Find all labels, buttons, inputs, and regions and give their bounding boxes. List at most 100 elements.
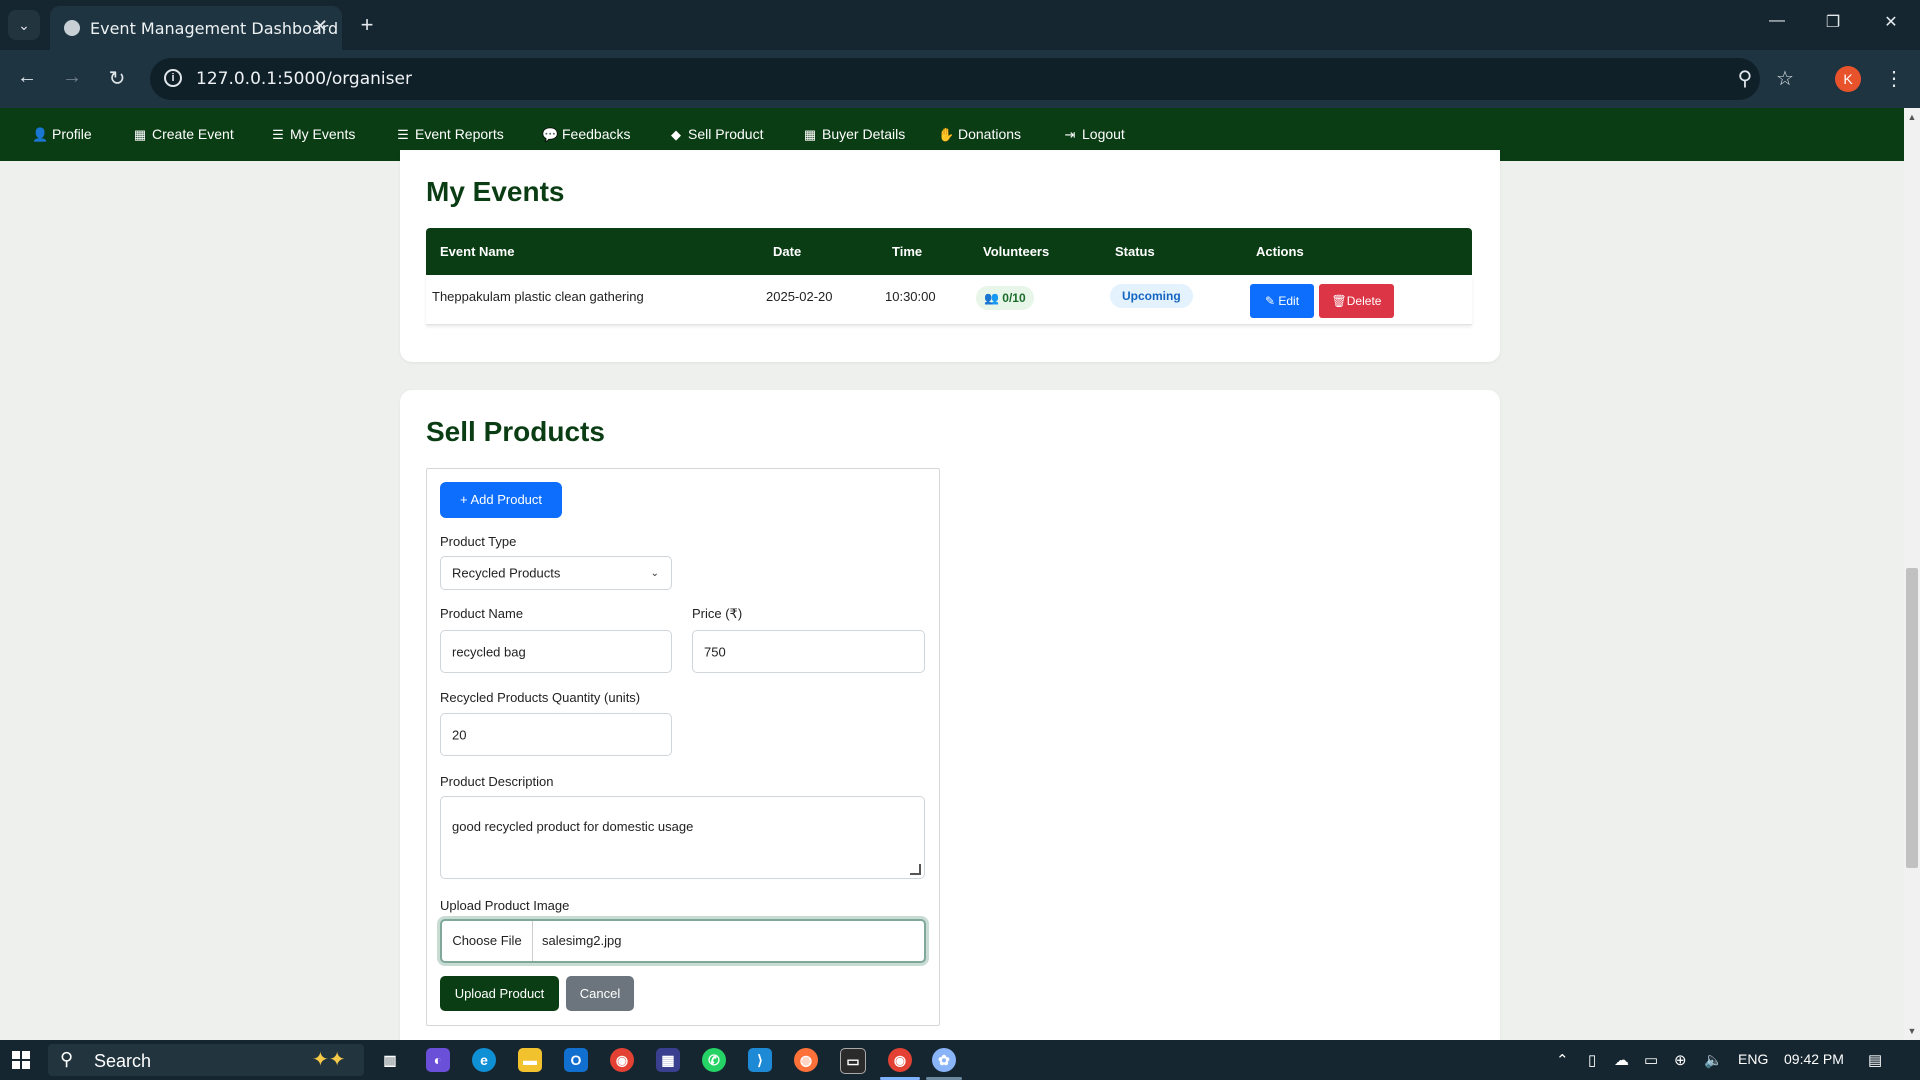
battery-icon[interactable]: ▭: [1644, 1051, 1658, 1069]
selected-file-name: salesimg2.jpg: [542, 933, 622, 948]
edge-icon[interactable]: e: [472, 1048, 496, 1072]
taskbar-search[interactable]: ⚲ Search ✦✦: [48, 1044, 364, 1076]
report-list-icon: ☰: [397, 127, 409, 142]
browser-menu-icon[interactable]: ⋮: [1880, 66, 1908, 91]
scroll-down-icon[interactable]: ▼: [1904, 1026, 1920, 1036]
scroll-up-icon[interactable]: ▲: [1904, 112, 1920, 122]
window-close-icon[interactable]: ✕: [1876, 12, 1906, 32]
whatsapp-icon[interactable]: ✆: [702, 1048, 726, 1072]
resize-handle-icon[interactable]: [910, 864, 921, 875]
copilot-icon[interactable]: ◐: [426, 1048, 450, 1072]
chevron-down-icon: ⌄: [650, 568, 659, 579]
chrome-icon[interactable]: ◉: [610, 1048, 634, 1072]
col-event-name: Event Name: [440, 244, 515, 259]
product-name-input[interactable]: recycled bag: [440, 630, 672, 673]
forward-arrow-icon[interactable]: →: [57, 66, 87, 89]
task-view-icon[interactable]: ▥: [378, 1048, 402, 1072]
table-row: Theppakulam plastic clean gathering 2025…: [426, 275, 1472, 325]
meet-icon[interactable]: ▯: [1588, 1051, 1596, 1069]
price-input[interactable]: 750: [692, 630, 925, 673]
plus-icon: +: [459, 492, 468, 507]
calendar-plus-icon: ▦: [133, 127, 147, 142]
product-type-select[interactable]: Recycled Products ⌄: [440, 556, 672, 590]
nav-create-event[interactable]: ▦ Create Event: [132, 126, 234, 143]
event-name-cell: Theppakulam plastic clean gathering: [432, 289, 644, 304]
volunteers-badge: 👥 0/10: [976, 286, 1034, 310]
clock[interactable]: 09:42 PM: [1784, 1051, 1844, 1067]
scrollbar-thumb[interactable]: [1906, 568, 1918, 868]
tab-title: Event Management Dashboard: [90, 19, 339, 38]
nav-event-reports-label: Event Reports: [415, 126, 504, 142]
description-value: good recycled product for domestic usage: [452, 819, 694, 834]
nav-sell-product-label: Sell Product: [688, 126, 764, 142]
restore-icon[interactable]: ❐: [1818, 12, 1848, 32]
upload-product-button[interactable]: Upload Product: [440, 976, 559, 1011]
col-status: Status: [1115, 244, 1155, 259]
store-icon[interactable]: ▦: [656, 1048, 680, 1072]
add-product-button[interactable]: + Add Product: [440, 482, 562, 518]
app-icon[interactable]: ✿: [932, 1048, 956, 1072]
search-placeholder: Search: [94, 1051, 152, 1071]
tray-chevron-icon[interactable]: ⌃: [1556, 1051, 1569, 1069]
volume-icon[interactable]: 🔈: [1704, 1051, 1723, 1069]
browser-tab-bar: ⌄ Event Management Dashboard ✕ + — ❐ ✕: [0, 0, 1920, 50]
site-info-icon[interactable]: i: [164, 69, 182, 87]
comments-icon: 💬: [542, 127, 559, 142]
tag-icon: ◆: [671, 127, 681, 142]
list-icon: ☰: [272, 127, 284, 142]
user-icon: 👤: [32, 127, 49, 142]
quantity-label: Recycled Products Quantity (units): [440, 690, 641, 705]
minimize-icon[interactable]: —: [1762, 12, 1792, 30]
url-bar[interactable]: i 127.0.0.1:5000/organiser: [150, 58, 1760, 100]
events-table: Event Name Date Time Volunteers Status A…: [426, 228, 1472, 325]
description-textarea[interactable]: good recycled product for domestic usage: [440, 796, 925, 879]
notifications-icon[interactable]: ▤: [1868, 1051, 1882, 1069]
tab-search-chevron-icon[interactable]: ⌄: [8, 10, 40, 40]
nav-logout[interactable]: ⇥ Logout: [1062, 126, 1125, 143]
quantity-input[interactable]: 20: [440, 713, 672, 756]
delete-event-button[interactable]: 🗑Delete: [1319, 284, 1394, 318]
col-date: Date: [773, 244, 802, 259]
edit-event-button[interactable]: ✎ Edit: [1250, 284, 1314, 318]
nav-donations[interactable]: ✋ Donations: [938, 126, 1021, 143]
windows-start-icon[interactable]: [12, 1051, 30, 1069]
onedrive-icon[interactable]: ☁: [1614, 1051, 1629, 1069]
browser-tab[interactable]: Event Management Dashboard ✕: [50, 6, 342, 50]
sparkle-icon: ✦✦: [312, 1049, 346, 1071]
close-tab-icon[interactable]: ✕: [313, 16, 328, 37]
edit-label: Edit: [1278, 294, 1300, 308]
choose-file-button[interactable]: Choose File: [442, 921, 533, 961]
product-type-value: Recycled Products: [452, 565, 561, 581]
nav-feedbacks[interactable]: 💬 Feedbacks: [542, 126, 630, 143]
nav-donations-label: Donations: [958, 126, 1022, 142]
terminal-icon[interactable]: ▭: [840, 1048, 866, 1074]
new-tab-icon[interactable]: +: [354, 12, 380, 38]
profile-avatar[interactable]: K: [1835, 66, 1861, 92]
nav-event-reports[interactable]: ☰ Event Reports: [395, 126, 504, 143]
nav-logout-label: Logout: [1082, 126, 1125, 142]
nav-buyer-details-label: Buyer Details: [822, 126, 906, 142]
globe-favicon-icon: [64, 20, 80, 36]
nav-profile[interactable]: 👤 Profile: [32, 126, 92, 143]
nav-buyer-details[interactable]: ▦ Buyer Details: [802, 126, 905, 143]
page-scrollbar[interactable]: ▲ ▼: [1904, 108, 1920, 1040]
back-arrow-icon[interactable]: ←: [12, 66, 42, 89]
address-toolbar: ← → ↻ i 127.0.0.1:5000/organiser ⚲ ☆ ⋮: [0, 50, 1920, 108]
file-explorer-icon[interactable]: ▬: [518, 1048, 542, 1072]
outlook-icon[interactable]: O: [564, 1048, 588, 1072]
delete-label: Delete: [1346, 294, 1382, 308]
chrome-active-icon[interactable]: ◉: [888, 1048, 912, 1072]
network-globe-icon[interactable]: ⊕: [1674, 1051, 1687, 1069]
zoom-icon[interactable]: ⚲: [1731, 66, 1759, 91]
nav-my-events[interactable]: ☰ My Events: [270, 126, 355, 143]
nav-sell-product[interactable]: ◆ Sell Product: [668, 126, 763, 143]
reload-icon[interactable]: ↻: [102, 66, 132, 91]
bookmark-star-icon[interactable]: ☆: [1771, 66, 1799, 91]
status-badge: Upcoming: [1110, 284, 1193, 308]
vscode-icon[interactable]: ⟩: [748, 1048, 772, 1072]
firefox-icon[interactable]: ◍: [794, 1048, 818, 1072]
file-upload-input[interactable]: Choose File salesimg2.jpg: [440, 919, 926, 963]
users-icon: 👥: [984, 291, 999, 305]
language-indicator[interactable]: ENG: [1738, 1051, 1768, 1067]
cancel-button[interactable]: Cancel: [566, 976, 634, 1011]
